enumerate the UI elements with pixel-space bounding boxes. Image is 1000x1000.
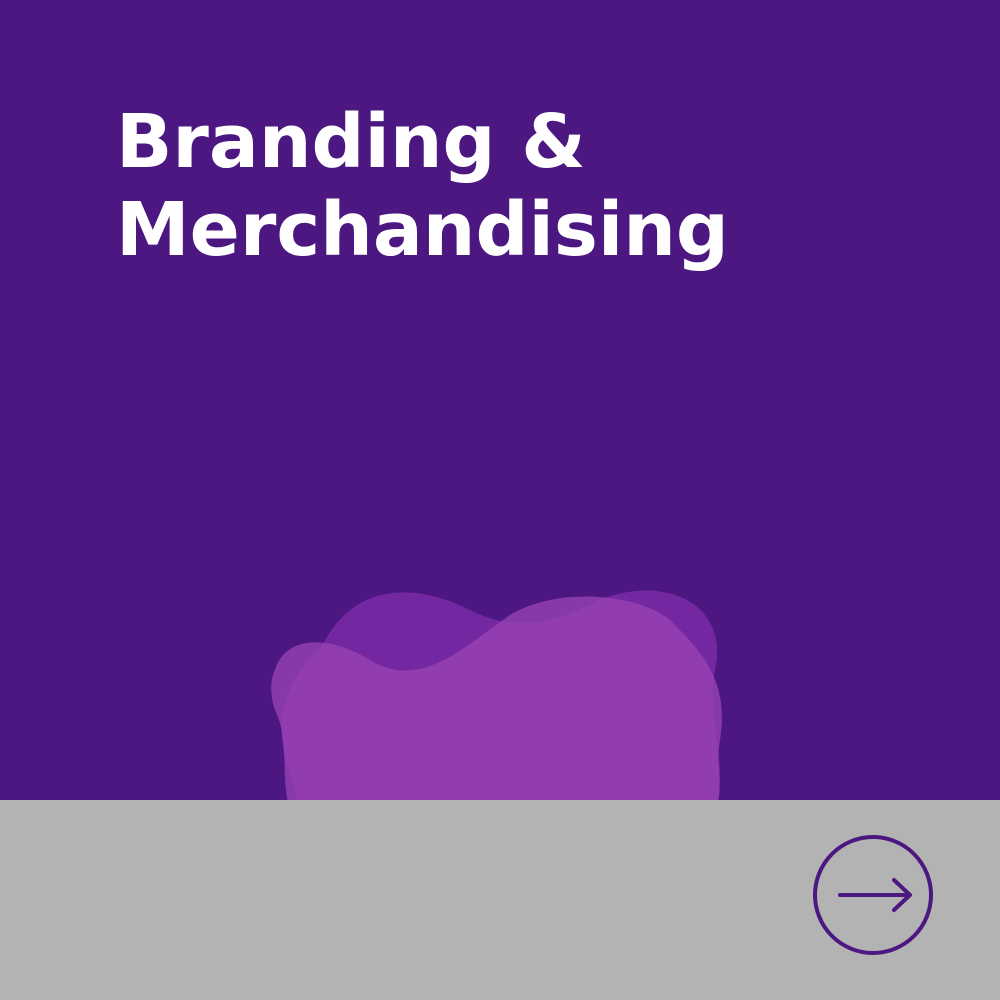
arrow-right-icon xyxy=(813,835,933,955)
next-button[interactable] xyxy=(812,834,934,956)
card[interactable]: Branding & Merchandising xyxy=(0,0,1000,1000)
page-title: Branding & Merchandising xyxy=(116,98,729,274)
title-line-1: Branding & xyxy=(116,99,586,185)
title-line-2: Merchandising xyxy=(116,187,729,273)
decorative-blob xyxy=(260,580,740,810)
